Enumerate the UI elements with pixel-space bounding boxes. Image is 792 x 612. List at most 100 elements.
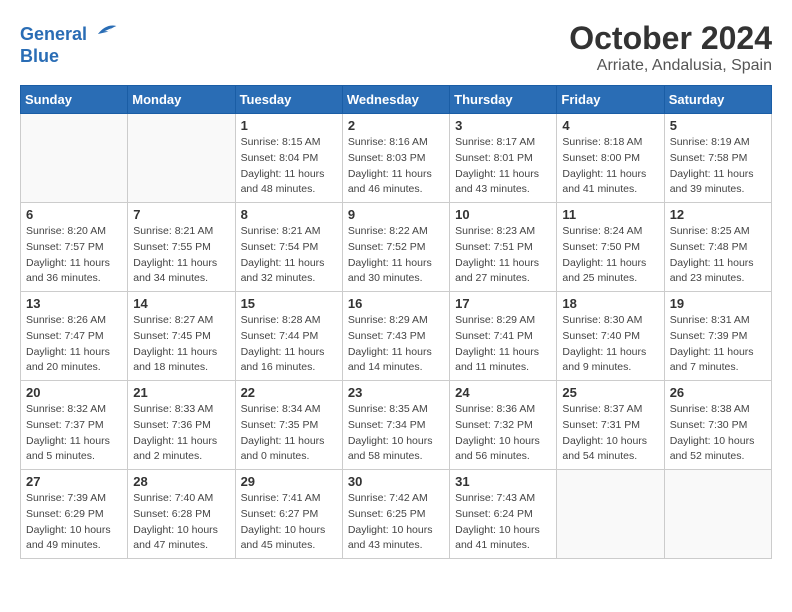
day-cell-30: 30Sunrise: 7:42 AM Sunset: 6:25 PM Dayli…	[342, 470, 449, 559]
day-detail: Sunrise: 8:29 AM Sunset: 7:43 PM Dayligh…	[348, 313, 444, 376]
day-cell-12: 12 Sunrise: 8:25 AM Sunset: 7:48 PM Dayli…	[664, 203, 771, 292]
day-number: 29	[241, 474, 337, 489]
day-cell-28: 28Sunrise: 7:40 AM Sunset: 6:28 PM Dayli…	[128, 470, 235, 559]
weekday-header-tuesday: Tuesday	[235, 86, 342, 114]
day-cell-17: 17 Sunrise: 8:29 AM Sunset: 7:41 PM Dayli…	[450, 292, 557, 381]
logo-blue: Blue	[20, 46, 59, 66]
day-cell-3: 3 Sunrise: 8:17 AM Sunset: 8:01 PM Daylig…	[450, 114, 557, 203]
weekday-header-monday: Monday	[128, 86, 235, 114]
day-number: 13	[26, 296, 122, 311]
day-number: 16	[348, 296, 444, 311]
day-number: 20	[26, 385, 122, 400]
day-detail: Sunrise: 8:31 AM Sunset: 7:39 PM Dayligh…	[670, 313, 766, 376]
day-detail: Sunrise: 8:27 AM Sunset: 7:45 PM Dayligh…	[133, 313, 229, 376]
day-detail: Sunrise: 8:17 AM Sunset: 8:01 PM Dayligh…	[455, 135, 551, 198]
day-detail: Sunrise: 7:39 AM Sunset: 6:29 PM Dayligh…	[26, 491, 122, 554]
day-detail: Sunrise: 8:32 AM Sunset: 7:37 PM Dayligh…	[26, 402, 122, 465]
week-row-3: 13 Sunrise: 8:26 AM Sunset: 7:47 PM Dayli…	[21, 292, 772, 381]
weekday-header-row: SundayMondayTuesdayWednesdayThursdayFrid…	[21, 86, 772, 114]
day-number: 11	[562, 207, 658, 222]
day-cell-19: 19 Sunrise: 8:31 AM Sunset: 7:39 PM Dayli…	[664, 292, 771, 381]
day-detail: Sunrise: 8:38 AM Sunset: 7:30 PM Dayligh…	[670, 402, 766, 465]
day-number: 15	[241, 296, 337, 311]
day-number: 19	[670, 296, 766, 311]
day-cell-16: 16 Sunrise: 8:29 AM Sunset: 7:43 PM Dayli…	[342, 292, 449, 381]
week-row-4: 20 Sunrise: 8:32 AM Sunset: 7:37 PM Dayli…	[21, 381, 772, 470]
day-cell-8: 8 Sunrise: 8:21 AM Sunset: 7:54 PM Daylig…	[235, 203, 342, 292]
day-detail: Sunrise: 7:43 AM Sunset: 6:24 PM Dayligh…	[455, 491, 551, 554]
day-cell-25: 25Sunrise: 8:37 AM Sunset: 7:31 PM Dayli…	[557, 381, 664, 470]
day-detail: Sunrise: 8:29 AM Sunset: 7:41 PM Dayligh…	[455, 313, 551, 376]
week-row-1: 1Sunrise: 8:15 AM Sunset: 8:04 PM Daylig…	[21, 114, 772, 203]
day-detail: Sunrise: 8:21 AM Sunset: 7:54 PM Dayligh…	[241, 224, 337, 287]
day-number: 24	[455, 385, 551, 400]
day-detail: Sunrise: 7:40 AM Sunset: 6:28 PM Dayligh…	[133, 491, 229, 554]
day-detail: Sunrise: 8:35 AM Sunset: 7:34 PM Dayligh…	[348, 402, 444, 465]
day-detail: Sunrise: 8:24 AM Sunset: 7:50 PM Dayligh…	[562, 224, 658, 287]
day-detail: Sunrise: 8:16 AM Sunset: 8:03 PM Dayligh…	[348, 135, 444, 198]
day-number: 21	[133, 385, 229, 400]
day-number: 9	[348, 207, 444, 222]
day-number: 2	[348, 118, 444, 133]
day-cell-18: 18 Sunrise: 8:30 AM Sunset: 7:40 PM Dayli…	[557, 292, 664, 381]
day-detail: Sunrise: 8:19 AM Sunset: 7:58 PM Dayligh…	[670, 135, 766, 198]
weekday-header-thursday: Thursday	[450, 86, 557, 114]
day-cell-1: 1Sunrise: 8:15 AM Sunset: 8:04 PM Daylig…	[235, 114, 342, 203]
day-detail: Sunrise: 8:22 AM Sunset: 7:52 PM Dayligh…	[348, 224, 444, 287]
day-cell-20: 20 Sunrise: 8:32 AM Sunset: 7:37 PM Dayli…	[21, 381, 128, 470]
day-cell-27: 27Sunrise: 7:39 AM Sunset: 6:29 PM Dayli…	[21, 470, 128, 559]
day-detail: Sunrise: 8:37 AM Sunset: 7:31 PM Dayligh…	[562, 402, 658, 465]
day-number: 1	[241, 118, 337, 133]
title-block: October 2024 Arriate, Andalusia, Spain	[569, 20, 772, 75]
day-cell-7: 7 Sunrise: 8:21 AM Sunset: 7:55 PM Daylig…	[128, 203, 235, 292]
empty-cell	[557, 470, 664, 559]
day-detail: Sunrise: 8:30 AM Sunset: 7:40 PM Dayligh…	[562, 313, 658, 376]
empty-cell	[664, 470, 771, 559]
week-row-5: 27Sunrise: 7:39 AM Sunset: 6:29 PM Dayli…	[21, 470, 772, 559]
weekday-header-friday: Friday	[557, 86, 664, 114]
day-number: 8	[241, 207, 337, 222]
day-number: 23	[348, 385, 444, 400]
day-cell-21: 21Sunrise: 8:33 AM Sunset: 7:36 PM Dayli…	[128, 381, 235, 470]
day-number: 10	[455, 207, 551, 222]
day-detail: Sunrise: 8:23 AM Sunset: 7:51 PM Dayligh…	[455, 224, 551, 287]
day-detail: Sunrise: 8:26 AM Sunset: 7:47 PM Dayligh…	[26, 313, 122, 376]
empty-cell	[128, 114, 235, 203]
day-cell-23: 23 Sunrise: 8:35 AM Sunset: 7:34 PM Dayli…	[342, 381, 449, 470]
calendar-table: SundayMondayTuesdayWednesdayThursdayFrid…	[20, 85, 772, 559]
day-cell-4: 4 Sunrise: 8:18 AM Sunset: 8:00 PM Daylig…	[557, 114, 664, 203]
day-detail: Sunrise: 8:21 AM Sunset: 7:55 PM Dayligh…	[133, 224, 229, 287]
day-number: 31	[455, 474, 551, 489]
logo-general: General	[20, 24, 87, 44]
day-cell-22: 22 Sunrise: 8:34 AM Sunset: 7:35 PM Dayli…	[235, 381, 342, 470]
empty-cell	[21, 114, 128, 203]
day-cell-11: 11 Sunrise: 8:24 AM Sunset: 7:50 PM Dayli…	[557, 203, 664, 292]
day-number: 22	[241, 385, 337, 400]
day-number: 18	[562, 296, 658, 311]
location: Arriate, Andalusia, Spain	[569, 57, 772, 75]
day-number: 7	[133, 207, 229, 222]
day-detail: Sunrise: 8:34 AM Sunset: 7:35 PM Dayligh…	[241, 402, 337, 465]
logo-bird-icon	[94, 20, 118, 40]
day-detail: Sunrise: 7:41 AM Sunset: 6:27 PM Dayligh…	[241, 491, 337, 554]
day-cell-24: 24 Sunrise: 8:36 AM Sunset: 7:32 PM Dayli…	[450, 381, 557, 470]
day-detail: Sunrise: 8:18 AM Sunset: 8:00 PM Dayligh…	[562, 135, 658, 198]
day-cell-6: 6Sunrise: 8:20 AM Sunset: 7:57 PM Daylig…	[21, 203, 128, 292]
day-cell-10: 10 Sunrise: 8:23 AM Sunset: 7:51 PM Dayli…	[450, 203, 557, 292]
day-cell-15: 15 Sunrise: 8:28 AM Sunset: 7:44 PM Dayli…	[235, 292, 342, 381]
day-detail: Sunrise: 7:42 AM Sunset: 6:25 PM Dayligh…	[348, 491, 444, 554]
day-detail: Sunrise: 8:36 AM Sunset: 7:32 PM Dayligh…	[455, 402, 551, 465]
day-number: 17	[455, 296, 551, 311]
day-number: 3	[455, 118, 551, 133]
day-number: 6	[26, 207, 122, 222]
day-cell-29: 29 Sunrise: 7:41 AM Sunset: 6:27 PM Dayli…	[235, 470, 342, 559]
day-cell-26: 26 Sunrise: 8:38 AM Sunset: 7:30 PM Dayli…	[664, 381, 771, 470]
day-cell-2: 2 Sunrise: 8:16 AM Sunset: 8:03 PM Daylig…	[342, 114, 449, 203]
day-detail: Sunrise: 8:28 AM Sunset: 7:44 PM Dayligh…	[241, 313, 337, 376]
day-detail: Sunrise: 8:25 AM Sunset: 7:48 PM Dayligh…	[670, 224, 766, 287]
logo: General Blue	[20, 20, 118, 67]
day-number: 12	[670, 207, 766, 222]
day-number: 26	[670, 385, 766, 400]
weekday-header-sunday: Sunday	[21, 86, 128, 114]
day-number: 4	[562, 118, 658, 133]
